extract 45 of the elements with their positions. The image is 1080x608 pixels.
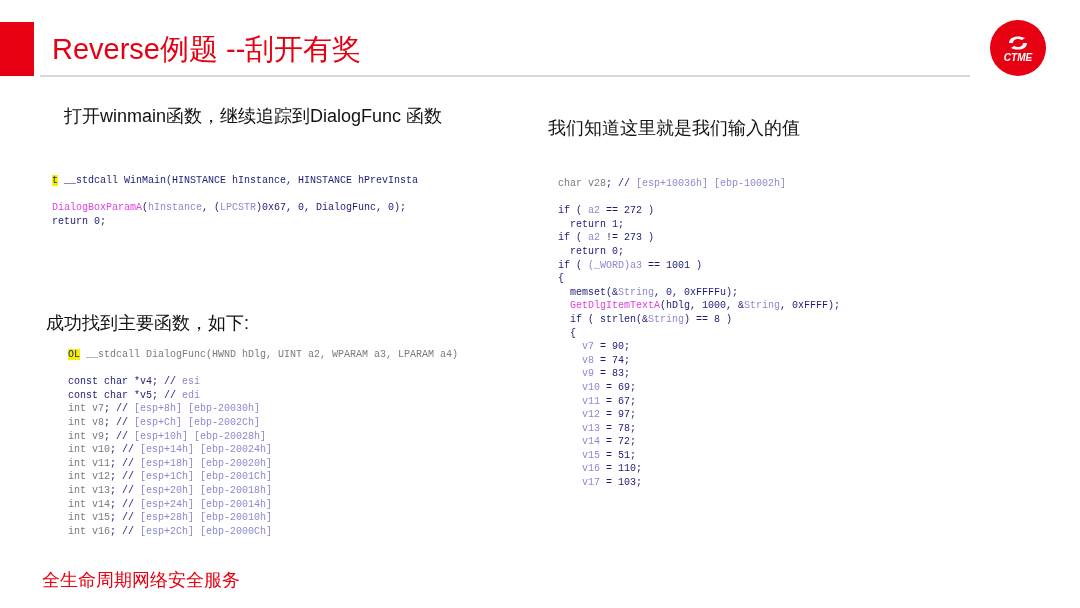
code-line: int v14; // [esp+24h] [ebp-20014h]: [68, 497, 274, 512]
code-line: if ( a2 == 272 ): [558, 204, 656, 218]
code-line: v17 = 103;: [581, 476, 644, 490]
code-line: DialogBoxParamA(hInstance, (LPCSTR)0x67, 0, DialogFunc, 0);: [52, 201, 408, 215]
code-line: v7 = 90;: [581, 340, 632, 354]
code-line: memset(&String, 0, 0xFFFFu);: [569, 285, 740, 300]
code-line: v8 = 74;: [581, 353, 632, 368]
code-line: const char *v4; // esi: [68, 375, 202, 389]
code-line: v13 = 78;: [581, 421, 638, 436]
code-line: return 0;: [52, 214, 107, 229]
slide-text: 我们知道这里就是我们输入的值: [548, 117, 801, 140]
code-line: int v11; // [esp+18h] [ebp-20020h]: [68, 456, 274, 471]
code-line: int v12; // [esp+1Ch] [ebp-2001Ch]: [68, 470, 274, 484]
code-line: if ( (_WORD)a3 == 1001 ): [558, 258, 704, 273]
code-line: return 1;: [569, 217, 625, 232]
code-line: v14 = 72;: [581, 435, 638, 449]
code-line: int v7; // [esp+8h] [ebp-20030h]: [68, 402, 262, 416]
code-line: {: [558, 272, 565, 286]
accent-bar: [0, 22, 34, 76]
code-line: GetDlgItemTextA(hDlg, 1000, &String, 0xFFFF);: [569, 299, 842, 313]
code-line: v10 = 69;: [581, 380, 638, 395]
slide-title: Reverse例题 --刮开有奖: [52, 32, 362, 67]
code-line: int v13; // [esp+20h] [ebp-20018h]: [68, 483, 274, 498]
code-line: {: [569, 326, 577, 341]
code-line: v12 = 97;: [581, 408, 638, 422]
code-line: int v9; // [esp+10h] [ebp-20028h]: [68, 429, 268, 444]
code-line: int v8; // [esp+Ch] [ebp-2002Ch]: [68, 415, 262, 430]
code-line: v16 = 110;: [581, 462, 644, 477]
code-line: if ( strlen(&String) == 8 ): [569, 312, 734, 327]
slide-text: 打开winmain函数，继续追踪到DialogFunc 函数: [64, 105, 444, 128]
code-line: v15 = 51;: [581, 448, 638, 463]
code-line: char v28; // [esp+10036h] [ebp-10002h]: [558, 177, 788, 191]
code-line: int v15; // [esp+28h] [ebp-20010h]: [68, 511, 274, 525]
code-line: v11 = 67;: [581, 394, 638, 409]
code-line: int v10; // [esp+14h] [ebp-20024h]: [68, 443, 274, 457]
code-line: int v16; // [esp+2Ch] [ebp-2000Ch]: [68, 524, 274, 539]
logo-text: CTME: [1003, 51, 1033, 63]
slide-text: 成功找到主要函数，如下:: [46, 312, 250, 335]
footer-slogan: 全生命周期网络安全服务: [42, 570, 240, 590]
code-line: if ( a2 != 273 ): [558, 231, 656, 245]
code-line: v9 = 83;: [581, 367, 632, 381]
code-line: OL __stdcall DialogFunc(HWND hDlg, UINT a2, WPARAM a3, LPARAM a4): [68, 348, 460, 362]
code-line: const char *v5; // edi: [68, 388, 202, 403]
code-line: return 0;: [569, 244, 625, 259]
code-line: t __stdcall WinMain(HINSTANCE hInstance, HINSTANCE hPrevInsta: [52, 174, 420, 188]
